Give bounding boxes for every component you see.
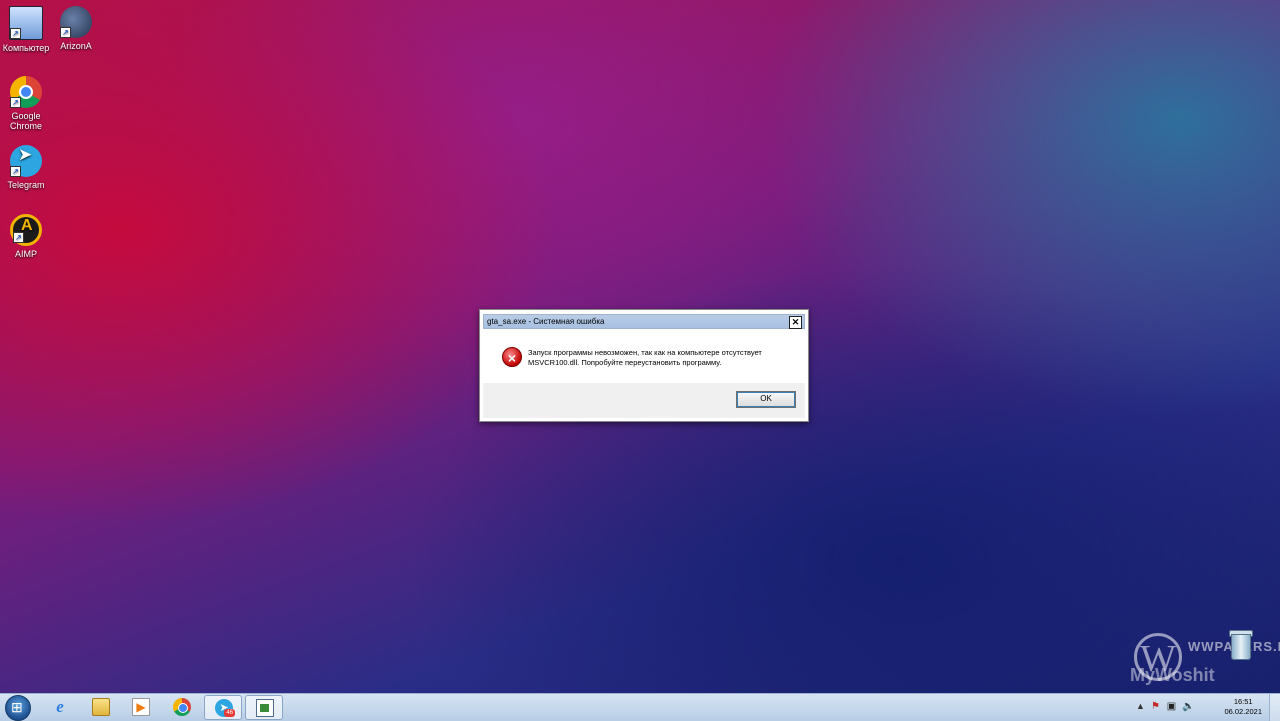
watermark-sub: MyWoshit bbox=[1130, 665, 1215, 685]
aimp-icon: ↗ bbox=[10, 214, 42, 246]
network-icon[interactable]: ▣ bbox=[1166, 701, 1177, 712]
error-icon: × bbox=[502, 347, 522, 367]
taskbar-ie[interactable]: e bbox=[41, 695, 79, 720]
security-flag-icon[interactable]: ⚑ bbox=[1150, 701, 1161, 712]
clock-date: 06.02.2021 bbox=[1224, 707, 1262, 716]
desktop-icon-aimp[interactable]: ↗ AIMP bbox=[0, 214, 52, 259]
app-window-icon bbox=[256, 699, 274, 717]
desktop-icon-label: ArizonA bbox=[60, 41, 92, 51]
arizona-icon: ↗ bbox=[60, 6, 92, 38]
taskbar: e ▶ ➤ 46 ▲ ⚑ ▣ 🔈 16:51 06.02.2021 bbox=[0, 693, 1280, 721]
taskbar-explorer[interactable] bbox=[82, 695, 120, 720]
show-hidden-icons-chevron-icon[interactable]: ▲ bbox=[1136, 701, 1145, 711]
chrome-icon bbox=[173, 698, 191, 716]
desktop-icon-chrome[interactable]: ↗ Google Chrome bbox=[0, 76, 52, 131]
shortcut-arrow-icon: ↗ bbox=[10, 97, 21, 108]
close-button[interactable]: ✕ bbox=[789, 316, 802, 329]
clock-time: 16:51 bbox=[1233, 697, 1253, 706]
unread-badge: 46 bbox=[224, 709, 235, 717]
shortcut-arrow-icon: ↗ bbox=[10, 166, 21, 177]
system-tray: ▲ ⚑ ▣ 🔈 16:51 06.02.2021 bbox=[1130, 694, 1280, 721]
dialog-titlebar[interactable]: gta_sa.exe - Системная ошибка ✕ bbox=[483, 314, 805, 329]
computer-icon: ↗ bbox=[9, 6, 43, 40]
chrome-icon: ↗ bbox=[10, 76, 42, 108]
watermark: W WWPAPERS.RU MyWoshit bbox=[1120, 625, 1280, 693]
clock[interactable]: 16:51 06.02.2021 bbox=[1224, 697, 1262, 717]
start-button[interactable] bbox=[5, 695, 31, 721]
desktop-icon-computer[interactable]: ↗ Компьютер bbox=[0, 6, 52, 53]
media-player-icon: ▶ bbox=[132, 698, 150, 716]
volume-icon[interactable]: 🔈 bbox=[1182, 701, 1194, 712]
system-error-dialog: gta_sa.exe - Системная ошибка ✕ × Запуск… bbox=[479, 309, 809, 422]
taskbar-telegram[interactable]: ➤ 46 bbox=[204, 695, 242, 720]
dialog-button-bar: OK bbox=[483, 383, 805, 418]
ok-button[interactable]: OK bbox=[736, 391, 796, 408]
recycle-bin-body bbox=[1231, 634, 1251, 660]
recycle-bin-icon[interactable] bbox=[1227, 628, 1253, 660]
desktop-icon-label: Google Chrome bbox=[9, 111, 42, 131]
error-message: Запуск программы невозможен, так как на … bbox=[528, 348, 762, 367]
shortcut-arrow-icon: ↗ bbox=[60, 27, 71, 38]
telegram-icon: ↗ bbox=[10, 145, 42, 177]
desktop-icon-label: Компьютер bbox=[2, 43, 50, 53]
file-explorer-icon bbox=[92, 698, 110, 716]
desktop-icon-label: AIMP bbox=[14, 249, 37, 259]
desktop-icon-label: Telegram bbox=[7, 180, 45, 190]
internet-explorer-icon: e bbox=[56, 697, 64, 716]
taskbar-chrome[interactable] bbox=[163, 695, 201, 720]
taskbar-media-player[interactable]: ▶ bbox=[122, 695, 160, 720]
show-desktop-button[interactable] bbox=[1269, 694, 1280, 721]
desktop-icon-arizona[interactable]: ↗ ArizonA bbox=[50, 6, 102, 51]
shortcut-arrow-icon: ↗ bbox=[10, 28, 21, 39]
dialog-title: gta_sa.exe - Системная ошибка bbox=[487, 317, 605, 326]
shortcut-arrow-icon: ↗ bbox=[13, 232, 24, 243]
taskbar-app-window[interactable] bbox=[245, 695, 283, 720]
desktop-icon-telegram[interactable]: ↗ Telegram bbox=[0, 145, 52, 190]
